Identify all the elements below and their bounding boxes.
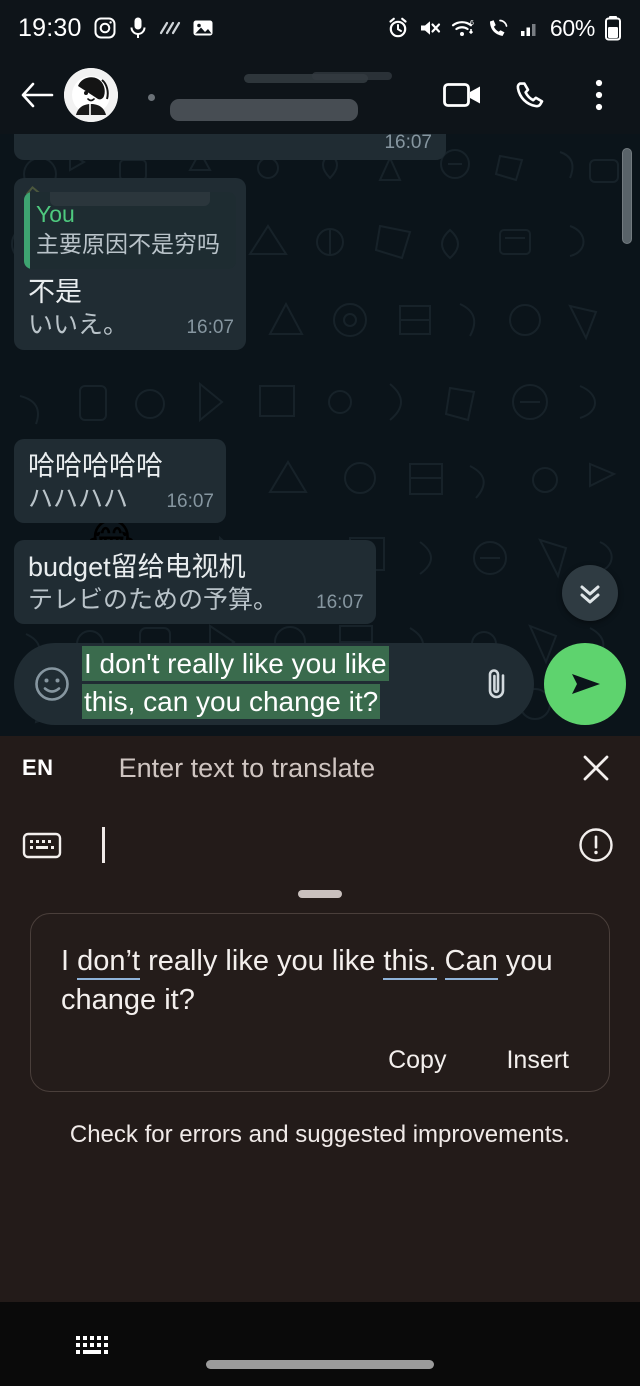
- copy-button[interactable]: Copy: [388, 1046, 446, 1075]
- translate-header: EN Enter text to translate: [0, 736, 640, 800]
- message-translation: いいえ。: [28, 311, 129, 339]
- contact-name-redacted-top2: [312, 72, 392, 80]
- suggestion-hint: Check for errors and suggested improveme…: [69, 1121, 571, 1148]
- message-time: 16:07: [166, 491, 214, 512]
- phone-screen: 19:30 6 60% 16:07 You 主要原因不是穷吗 不是 いいえ。 1…: [0, 0, 640, 1386]
- home-indicator[interactable]: [206, 1360, 434, 1369]
- message-bubble-quoted-reply[interactable]: You 主要原因不是穷吗 不是 いいえ。 16:07: [14, 178, 246, 350]
- navigation-bar: [0, 1302, 640, 1386]
- mute-icon: [418, 17, 442, 39]
- message-time: 16:07: [186, 317, 234, 338]
- contact-status-redacted: [170, 99, 358, 121]
- avatar[interactable]: [64, 68, 118, 122]
- status-bar: 19:30 6 60%: [0, 0, 640, 56]
- svg-text:6: 6: [470, 20, 474, 27]
- motion-lines-icon: [159, 18, 181, 38]
- video-call-icon[interactable]: [442, 74, 484, 116]
- quote-accent-bar: [24, 192, 30, 269]
- message-body: 不是 いいえ。 16:07: [14, 269, 246, 350]
- wifi-icon: 6: [451, 17, 477, 39]
- suggestion-seg-4: [437, 945, 445, 977]
- contact-name-block[interactable]: [132, 68, 442, 122]
- status-clock: 19:30: [18, 13, 82, 42]
- message-bubble-cutoff[interactable]: 16:07: [14, 134, 446, 160]
- message-input-text[interactable]: I don't really like you like this, can y…: [84, 645, 474, 721]
- insert-button[interactable]: Insert: [506, 1046, 569, 1075]
- chat-scrollbar[interactable]: [622, 148, 632, 244]
- quote-text: 主要原因不是穷吗: [36, 231, 220, 257]
- microphone-icon: [128, 16, 148, 40]
- chevron-double-down-icon[interactable]: [562, 565, 618, 621]
- suggestion-actions: Copy Insert: [61, 1046, 579, 1075]
- status-bar-left: 19:30: [18, 14, 214, 43]
- instagram-icon: [93, 16, 117, 40]
- emoji-icon[interactable]: [30, 662, 74, 706]
- call-wifi-icon: [486, 17, 510, 39]
- battery-icon: [604, 15, 622, 41]
- error-icon[interactable]: [574, 823, 618, 867]
- close-icon[interactable]: [574, 746, 618, 790]
- suggestion-seg-1[interactable]: don’t: [77, 945, 141, 980]
- chat-app-bar: [0, 56, 640, 134]
- message-text: 不是: [28, 277, 82, 307]
- quote-redacted-bar: [50, 192, 210, 206]
- status-bar-right: 6 60%: [387, 15, 622, 42]
- translate-panel: EN Enter text to translate I don’t reall…: [0, 736, 640, 1302]
- translate-input-placeholder[interactable]: Enter text to translate: [119, 753, 376, 784]
- message-time: 16:07: [384, 134, 432, 153]
- suggestion-seg-5[interactable]: Can: [444, 945, 498, 980]
- app-bar-actions: [442, 74, 624, 116]
- suggestion-seg-0: I: [61, 945, 78, 977]
- message-text: budget留给电视机: [28, 552, 246, 582]
- panel-drag-handle[interactable]: [298, 890, 342, 898]
- image-icon: [192, 17, 214, 39]
- send-button[interactable]: [544, 643, 626, 725]
- message-translation: テレビのための予算。: [28, 586, 279, 614]
- back-button[interactable]: [16, 74, 58, 116]
- battery-percent: 60%: [549, 14, 595, 41]
- message-text: 哈哈哈哈哈: [28, 451, 163, 481]
- paperclip-icon[interactable]: [474, 661, 520, 707]
- suggestion-text: I don’t really like you like this. Can y…: [61, 942, 579, 1020]
- suggestion-seg-3[interactable]: this.: [383, 945, 437, 980]
- message-input-line2: this, can you change it?: [84, 686, 379, 717]
- contact-name-dot: [148, 94, 155, 101]
- message-composer: I don't really like you like this, can y…: [0, 632, 640, 736]
- message-bubble-budget[interactable]: budget留给电视机 テレビのための予算。 16:07: [14, 540, 376, 624]
- keyboard-icon[interactable]: [74, 1332, 110, 1365]
- voice-call-icon[interactable]: [510, 74, 552, 116]
- suggestion-seg-2: really like you like: [140, 945, 384, 977]
- message-translation: ハハハハ: [28, 485, 129, 513]
- more-options-icon[interactable]: [578, 74, 620, 116]
- quoted-message[interactable]: You 主要原因不是穷吗: [24, 192, 236, 269]
- message-time: 16:07: [316, 592, 364, 613]
- signal-icon: [519, 18, 541, 38]
- alarm-icon: [387, 17, 409, 39]
- message-input[interactable]: I don't really like you like this, can y…: [14, 643, 534, 725]
- message-input-line1: I don't really like you like: [84, 648, 387, 679]
- keyboard-icon[interactable]: [22, 829, 62, 861]
- language-badge[interactable]: EN: [22, 755, 54, 781]
- message-bubble-haha[interactable]: 哈哈哈哈哈 ハハハハ 16:07: [14, 439, 226, 523]
- suggestion-card[interactable]: I don’t really like you like this. Can y…: [30, 913, 610, 1092]
- translate-toolbar: [0, 814, 640, 876]
- text-caret: [102, 827, 105, 863]
